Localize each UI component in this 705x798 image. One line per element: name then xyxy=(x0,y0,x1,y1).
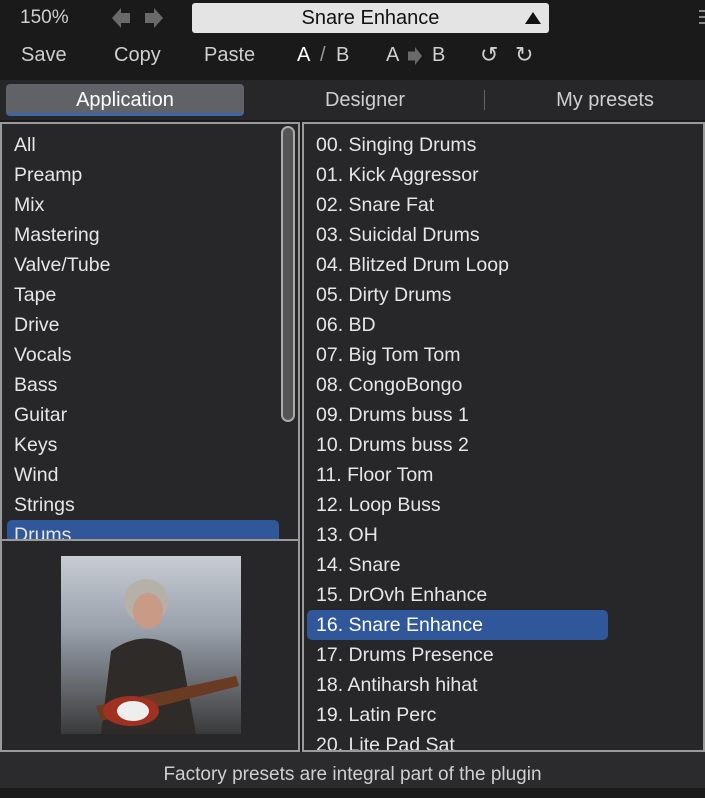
preset-item[interactable]: 10. Drums buss 2 xyxy=(316,430,469,460)
category-item[interactable]: All xyxy=(14,130,36,160)
triangle-up-icon xyxy=(525,12,541,24)
category-item[interactable]: Strings xyxy=(14,490,75,520)
copy-a-label[interactable]: A xyxy=(386,44,399,67)
category-item[interactable]: Valve/Tube xyxy=(14,250,110,280)
preset-item[interactable]: 15. DrOvh Enhance xyxy=(316,580,487,610)
designer-photo xyxy=(61,556,241,734)
preset-item[interactable]: 03. Suicidal Drums xyxy=(316,220,480,250)
preset-item[interactable]: 07. Big Tom Tom xyxy=(316,340,461,370)
tab-bar: Application Designer My presets xyxy=(0,80,705,120)
category-item[interactable]: Preamp xyxy=(14,160,82,190)
category-item[interactable]: Bass xyxy=(14,370,57,400)
category-item[interactable]: Keys xyxy=(14,430,57,460)
paste-button[interactable]: Paste xyxy=(204,44,255,67)
save-button[interactable]: Save xyxy=(21,44,67,67)
menu-icon[interactable] xyxy=(699,10,705,24)
preset-item[interactable]: 05. Dirty Drums xyxy=(316,280,451,310)
preset-item[interactable]: 00. Singing Drums xyxy=(316,130,476,160)
category-list: All Preamp Mix Mastering Valve/Tube Tape Drive… xyxy=(0,122,300,541)
preset-name: Snare Enhance xyxy=(301,7,440,29)
preset-item[interactable]: 16. Snare Enhance xyxy=(316,610,483,640)
preset-item[interactable]: 01. Kick Aggressor xyxy=(316,160,479,190)
preset-item[interactable]: 14. Snare xyxy=(316,550,401,580)
category-item[interactable]: Mastering xyxy=(14,220,100,250)
preset-selector[interactable]: Snare Enhance xyxy=(192,3,549,33)
preset-item[interactable]: 02. Snare Fat xyxy=(316,190,434,220)
status-footer: Factory presets are integral part of the… xyxy=(0,752,705,788)
category-item[interactable]: Drums xyxy=(14,520,71,539)
b-button[interactable]: B xyxy=(336,44,349,67)
preset-item[interactable]: 18. Antiharsh hihat xyxy=(316,670,478,700)
previous-preset-icon[interactable] xyxy=(112,8,130,28)
preset-item[interactable]: 13. OH xyxy=(316,520,378,550)
preset-item[interactable]: 17. Drums Presence xyxy=(316,640,494,670)
preset-item[interactable]: 20. Lite Pad Sat xyxy=(316,730,455,750)
a-button[interactable]: A xyxy=(297,44,310,67)
preset-item[interactable]: 06. BD xyxy=(316,310,376,340)
next-preset-icon[interactable] xyxy=(145,8,163,28)
preset-item[interactable]: 04. Blitzed Drum Loop xyxy=(316,250,509,280)
designer-photo-panel xyxy=(0,539,300,752)
tab-my-presets[interactable]: My presets xyxy=(490,84,705,116)
preset-list: 00. Singing Drums 01. Kick Aggressor 02. S… xyxy=(302,122,705,752)
category-item[interactable]: Mix xyxy=(14,190,44,220)
redo-icon[interactable]: ↻ xyxy=(515,42,533,68)
ab-separator: / xyxy=(320,44,326,66)
category-item[interactable]: Vocals xyxy=(14,340,71,370)
preset-item[interactable]: 09. Drums buss 1 xyxy=(316,400,469,430)
category-item[interactable]: Tape xyxy=(14,280,56,310)
tab-application[interactable]: Application xyxy=(6,84,244,116)
copy-b-label[interactable]: B xyxy=(432,44,445,67)
undo-icon[interactable]: ↺ xyxy=(480,42,498,68)
copy-button[interactable]: Copy xyxy=(114,44,161,67)
category-item[interactable]: Guitar xyxy=(14,400,67,430)
zoom-level[interactable]: 150% xyxy=(20,7,69,29)
top-bar: 150% Snare Enhance Save Copy Paste A / B… xyxy=(0,0,705,80)
category-item[interactable]: Wind xyxy=(14,460,58,490)
copy-a-to-b-icon[interactable] xyxy=(408,47,422,65)
preset-item[interactable]: 19. Latin Perc xyxy=(316,700,436,730)
tab-designer[interactable]: Designer xyxy=(250,84,480,116)
preset-item[interactable]: 08. CongoBongo xyxy=(316,370,462,400)
category-scrollbar[interactable] xyxy=(281,126,295,422)
tab-divider xyxy=(484,90,485,110)
category-item[interactable]: Drive xyxy=(14,310,60,340)
preset-item[interactable]: 11. Floor Tom xyxy=(316,460,433,490)
preset-item[interactable]: 12. Loop Buss xyxy=(316,490,441,520)
